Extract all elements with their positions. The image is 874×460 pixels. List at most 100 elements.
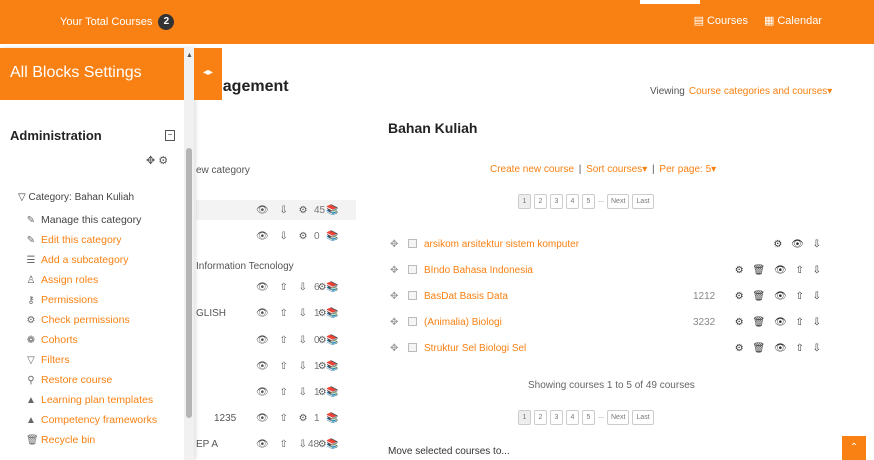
course-actions[interactable]: ⚙ 🗑 👁 ⇧ ⇩ <box>735 265 824 276</box>
course-checkbox[interactable] <box>408 265 417 274</box>
category-row[interactable]: Information Tecnology <box>196 256 356 276</box>
menu-item-add-subcategory[interactable]: ☰ Add a subcategory <box>26 250 157 270</box>
page-link[interactable]: 3 <box>550 410 563 425</box>
course-actions[interactable]: ⚙ 🗑 👁 ⇧ ⇩ <box>735 317 824 328</box>
sort-courses-label: Sort courses <box>586 164 643 175</box>
caret-down-icon: ▾ <box>642 164 648 175</box>
collapse-block-icon[interactable]: − <box>165 130 175 141</box>
check-permissions-icon: ⚙ <box>26 314 36 326</box>
course-checkbox[interactable] <box>408 343 417 352</box>
page-link[interactable]: 2 <box>534 194 547 209</box>
course-checkbox[interactable] <box>408 239 417 248</box>
create-course-link[interactable]: Create new course <box>490 164 574 175</box>
category-actions[interactable]: 👁 ⇧ ⇩ ⚙ <box>256 439 331 450</box>
page-link[interactable]: 5 <box>582 410 595 425</box>
course-name-link[interactable]: Struktur Sel Biologi Sel <box>424 343 526 354</box>
next-page-link[interactable]: Next <box>607 194 630 209</box>
blocks-drawer: All Blocks Settings ▲ Administration − ✥… <box>0 48 194 460</box>
viewing-label: Viewing <box>650 86 685 97</box>
category-row[interactable]: 👁 ⇧ ⇩ ⚙ 6 📚 <box>196 277 356 297</box>
drawer-scrollbar-thumb[interactable] <box>186 148 192 418</box>
course-checkbox[interactable] <box>408 317 417 326</box>
move-handle-icon[interactable]: ✥ <box>390 239 398 250</box>
course-name-link[interactable]: BIndo Bahasa Indonesia <box>424 265 533 276</box>
move-icon[interactable]: ✥ <box>146 155 155 167</box>
last-page-link[interactable]: Last <box>632 410 654 425</box>
category-course-count: 6 <box>314 281 320 293</box>
category-link[interactable]: Information Tecnology <box>196 261 294 272</box>
page-link[interactable]: 1 <box>518 410 531 425</box>
category-tree-node[interactable]: ▽ Category: Bahan Kuliah <box>18 192 134 203</box>
per-page-dropdown[interactable]: Per page: 5▾ <box>659 164 716 175</box>
course-idnumber: 3232 <box>693 316 716 328</box>
category-row[interactable]: 👁 ⇩ ⚙ 0 📚 <box>196 226 356 246</box>
course-row[interactable]: ✥ arsikom arsitektur sistem komputer ⚙ 👁… <box>388 232 828 256</box>
move-handle-icon[interactable]: ✥ <box>390 265 398 276</box>
gear-icon[interactable]: ⚙ <box>158 155 168 167</box>
category-row[interactable]: ew category <box>196 160 356 180</box>
course-checkbox[interactable] <box>408 291 417 300</box>
category-row[interactable]: GLISH 👁 ⇧ ⇩ ⚙ 1 📚 <box>196 303 356 323</box>
next-page-link[interactable]: Next <box>607 410 630 425</box>
page-link[interactable]: 5 <box>582 194 595 209</box>
block-tools[interactable]: ✥ ⚙ <box>146 154 168 167</box>
move-handle-icon[interactable]: ✥ <box>390 343 398 354</box>
page-link[interactable]: 2 <box>534 410 547 425</box>
sort-courses-dropdown[interactable]: Sort courses▾ <box>586 164 647 175</box>
menu-item-recycle-bin[interactable]: 🗑 Recycle bin <box>26 430 157 450</box>
category-tree-label: Category: Bahan Kuliah <box>28 192 135 203</box>
course-name-link[interactable]: (Animalia) Biologi <box>424 317 502 328</box>
viewing-dropdown[interactable]: Course categories and courses▾ <box>689 86 832 97</box>
course-actions[interactable]: ⚙ 🗑 👁 ⇧ ⇩ <box>735 343 824 354</box>
back-to-top-button[interactable]: ⌃ <box>842 436 866 460</box>
move-handle-icon[interactable]: ✥ <box>390 317 398 328</box>
course-actions[interactable]: ⚙ 👁 ⇩ <box>773 239 824 250</box>
page-link[interactable]: 1 <box>518 194 531 209</box>
menu-item-cohorts[interactable]: ❁ Cohorts <box>26 330 157 350</box>
last-page-link[interactable]: Last <box>632 194 654 209</box>
menu-item-learning-plan-templates[interactable]: ▲ Learning plan templates <box>26 390 157 410</box>
course-row[interactable]: ✥ BIndo Bahasa Indonesia ⚙ 🗑 👁 ⇧ ⇩ <box>388 258 828 282</box>
category-row[interactable]: 👁 ⇧ ⇩ ⚙ 1 📚 <box>196 356 356 376</box>
category-actions[interactable]: 👁 ⇩ ⚙ <box>256 231 312 242</box>
page-link[interactable]: 3 <box>550 194 563 209</box>
scroll-up-arrow-icon[interactable]: ▲ <box>186 52 193 59</box>
menu-item-check-permissions[interactable]: ⚙ Check permissions <box>26 310 157 330</box>
category-row[interactable]: 1235 👁 ⇧ ⚙ 1 📚 <box>196 408 356 428</box>
category-actions[interactable]: 👁 ⇩ ⚙ <box>256 205 312 216</box>
category-actions[interactable]: 👁 ⇧ ⚙ <box>256 413 312 424</box>
course-row[interactable]: ✥ (Animalia) Biologi 3232 ⚙ 🗑 👁 ⇧ ⇩ <box>388 310 828 334</box>
create-category-link[interactable]: ew category <box>196 165 250 176</box>
menu-item-label: Permissions <box>41 294 99 306</box>
menu-item-competency-frameworks[interactable]: ▲ Competency frameworks <box>26 410 157 430</box>
menu-item-manage-category[interactable]: ✎ Manage this category <box>26 210 157 230</box>
page-link[interactable]: 4 <box>566 410 579 425</box>
course-name-link[interactable]: BasDat Basis Data <box>424 291 508 302</box>
category-name[interactable]: 1235 <box>214 413 236 424</box>
category-name[interactable]: GLISH <box>196 308 226 319</box>
menu-item-permissions[interactable]: ⚷ Permissions <box>26 290 157 310</box>
category-row[interactable]: EP A 👁 ⇧ ⇩ ⚙ 48 📚 <box>196 434 356 454</box>
course-actions[interactable]: ⚙ 🗑 👁 ⇧ ⇩ <box>735 291 824 302</box>
viewing-selector[interactable]: Viewing Course categories and courses▾ <box>650 86 832 97</box>
page-ellipsis: ... <box>598 194 604 209</box>
category-name[interactable]: EP A <box>196 439 218 450</box>
menu-item-restore-course[interactable]: ⚲ Restore course <box>26 370 157 390</box>
page-link[interactable]: 4 <box>566 194 579 209</box>
category-row[interactable]: 👁 ⇩ ⚙ 45 📚 <box>196 200 356 220</box>
drawer-toggle-button[interactable]: ◂▸ <box>194 48 222 100</box>
category-row[interactable]: 👁 ⇧ ⇩ ⚙ 1 📚 <box>196 382 356 402</box>
expanded-triangle-icon: ▽ <box>18 192 29 203</box>
menu-item-assign-roles[interactable]: ♙ Assign roles <box>26 270 157 290</box>
nav-calendar-link[interactable]: ▦ Calendar <box>764 14 822 28</box>
category-row[interactable]: 👁 ⇧ ⇩ ⚙ 0 📚 <box>196 330 356 350</box>
menu-item-edit-category[interactable]: ✎ Edit this category <box>26 230 157 250</box>
menu-item-filters[interactable]: ▽ Filters <box>26 350 157 370</box>
nav-courses-link[interactable]: ▤ Courses <box>694 14 748 28</box>
menu-item-label: Check permissions <box>41 314 130 326</box>
course-row[interactable]: ✥ Struktur Sel Biologi Sel ⚙ 🗑 👁 ⇧ ⇩ <box>388 336 828 360</box>
total-courses[interactable]: Your Total Courses 2 <box>60 14 175 30</box>
course-row[interactable]: ✥ BasDat Basis Data 1212 ⚙ 🗑 👁 ⇧ ⇩ <box>388 284 828 308</box>
course-name-link[interactable]: arsikom arsitektur sistem komputer <box>424 239 579 250</box>
move-handle-icon[interactable]: ✥ <box>390 291 398 302</box>
